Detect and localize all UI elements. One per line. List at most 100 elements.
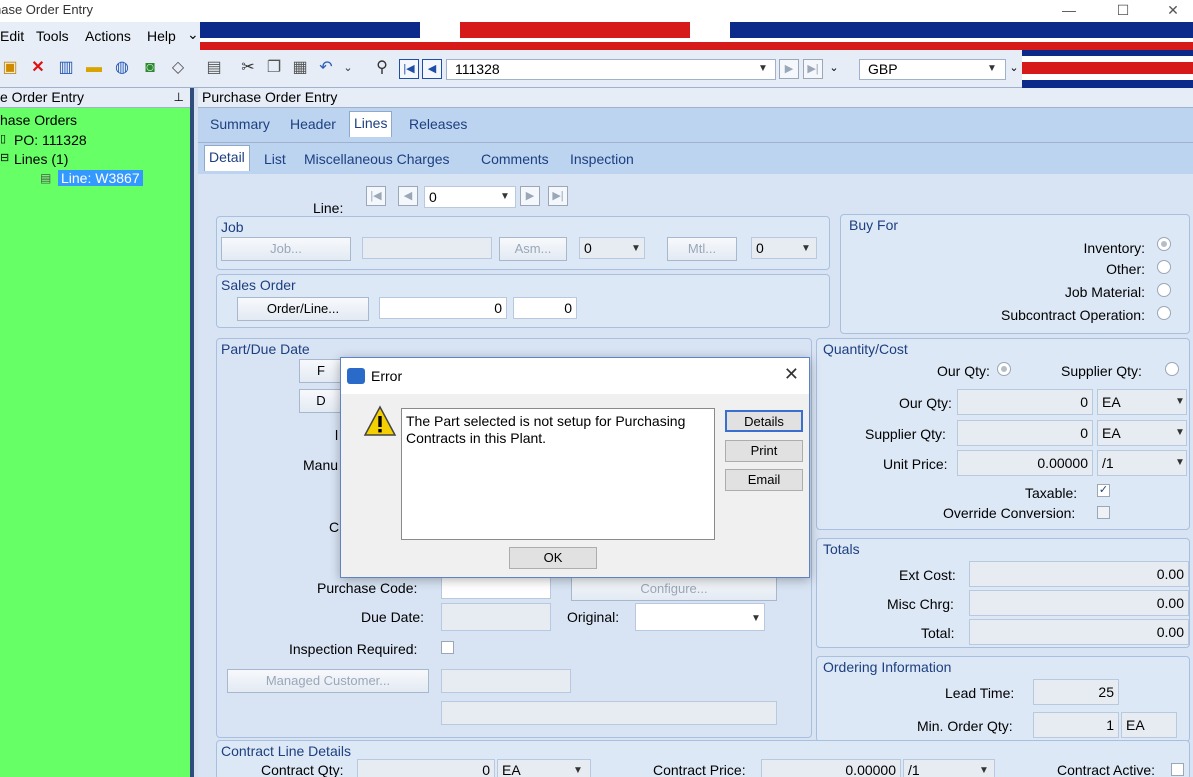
next-record-icon[interactable]: ▶	[779, 59, 799, 79]
description-button[interactable]: D	[299, 389, 343, 413]
override-conversion-checkbox[interactable]	[1097, 506, 1110, 519]
menu-tools[interactable]: Tools	[36, 28, 69, 44]
misc-chrg-field[interactable]: 0.00	[969, 590, 1189, 616]
minimize-button[interactable]: —	[1046, 0, 1092, 22]
po-dropdown-icon[interactable]: ▼	[758, 63, 768, 74]
contract-price-field[interactable]: 0.00000	[761, 759, 901, 777]
price-per-dropdown-icon[interactable]: ▼	[1175, 457, 1185, 468]
subtab-misc-charges[interactable]: Miscellaneous Charges	[304, 151, 450, 167]
subtab-inspection[interactable]: Inspection	[570, 151, 634, 167]
cut-icon[interactable]: ✂	[238, 58, 258, 78]
details-button[interactable]: Details	[725, 410, 803, 432]
order-field[interactable]: 0	[379, 297, 507, 319]
currency-dropdown-icon[interactable]: ▼	[987, 63, 997, 74]
pin-icon[interactable]: ⊥	[174, 88, 184, 106]
contract-uom-dropdown-icon[interactable]: ▼	[573, 765, 583, 776]
original-date-field[interactable]	[635, 603, 765, 631]
taxable-checkbox[interactable]: ✓	[1097, 484, 1110, 497]
managed-customer-field[interactable]	[441, 669, 571, 693]
tab-summary[interactable]: Summary	[210, 116, 270, 132]
buy-other-radio[interactable]	[1157, 260, 1171, 274]
mtl-button[interactable]: Mtl...	[667, 237, 737, 261]
subtab-comments[interactable]: Comments	[481, 151, 549, 167]
job-button[interactable]: Job...	[221, 237, 351, 261]
close-window-button[interactable]: ✕	[1150, 0, 1193, 22]
unit-price-field[interactable]: 0.00000	[957, 450, 1093, 476]
last-record-icon[interactable]: ▶|	[803, 59, 823, 79]
first-record-icon[interactable]: |◀	[399, 59, 419, 79]
price-per-select[interactable]: /1	[1097, 450, 1187, 476]
our-qty-radio[interactable]	[997, 362, 1011, 376]
folder-icon[interactable]: ▬	[84, 58, 104, 78]
dialog-close-icon[interactable]: ✕	[784, 364, 799, 385]
min-order-qty-field[interactable]: 1	[1033, 712, 1119, 738]
our-qty-field[interactable]: 0	[957, 389, 1093, 415]
configure-button[interactable]: Configure...	[571, 577, 777, 601]
our-uom-dropdown-icon[interactable]: ▼	[1175, 396, 1185, 407]
our-uom-select[interactable]: EA	[1097, 389, 1187, 415]
attach-icon[interactable]: ◍	[112, 58, 132, 78]
total-field[interactable]: 0.00	[969, 619, 1189, 645]
currency-select[interactable]: GBP	[859, 59, 1006, 80]
line-prev-icon[interactable]: ◀	[398, 186, 418, 206]
nav-overflow-icon[interactable]: ⌄	[824, 58, 844, 78]
print-button[interactable]: Print	[725, 440, 803, 462]
line-next-icon[interactable]: ▶	[520, 186, 540, 206]
supplier-qty-field[interactable]: 0	[957, 420, 1093, 446]
save-icon[interactable]: ▣	[0, 58, 20, 78]
tree-lines[interactable]: Lines (1)	[14, 151, 68, 167]
managed-customer-button[interactable]: Managed Customer...	[227, 669, 429, 693]
inspection-required-checkbox[interactable]	[441, 641, 454, 654]
lead-time-field[interactable]: 25	[1033, 679, 1119, 705]
ext-cost-field[interactable]: 0.00	[969, 561, 1189, 587]
line-first-icon[interactable]: |◀	[366, 186, 386, 206]
min-order-uom-field[interactable]: EA	[1121, 712, 1177, 738]
maximize-button[interactable]: ☐	[1100, 0, 1146, 22]
menu-overflow-icon[interactable]: ⌄	[187, 26, 199, 43]
contract-per-dropdown-icon[interactable]: ▼	[979, 765, 989, 776]
email-button[interactable]: Email	[725, 469, 803, 491]
print-icon[interactable]: ▤	[204, 58, 224, 78]
supplier-qty-radio[interactable]	[1165, 362, 1179, 376]
delete-icon[interactable]: ✕	[28, 58, 48, 78]
purchase-code-field[interactable]	[441, 577, 551, 599]
menu-edit[interactable]: Edit	[0, 28, 24, 44]
line-last-icon[interactable]: ▶|	[548, 186, 568, 206]
paste-icon[interactable]: ▦	[290, 58, 310, 78]
menu-actions[interactable]: Actions	[85, 28, 131, 44]
collapse-icon[interactable]: ⊟	[0, 151, 9, 164]
tab-releases[interactable]: Releases	[409, 116, 467, 132]
tab-lines[interactable]: Lines	[349, 111, 393, 137]
clear-icon[interactable]: ◇	[168, 58, 188, 78]
buy-job-material-radio[interactable]	[1157, 283, 1171, 297]
mtl-dropdown-icon[interactable]: ▼	[801, 243, 811, 254]
asm-dropdown-icon[interactable]: ▼	[631, 243, 641, 254]
tree-po[interactable]: PO: 111328	[14, 132, 87, 148]
tree-line-selected[interactable]: Line: W3867	[58, 170, 143, 186]
due-date-field[interactable]	[441, 603, 551, 631]
tree-root[interactable]: hase Orders	[0, 112, 77, 128]
buy-inventory-radio[interactable]	[1157, 237, 1171, 251]
order-line-button[interactable]: Order/Line...	[237, 297, 369, 321]
prev-record-icon[interactable]: ◀	[422, 59, 442, 79]
tab-header[interactable]: Header	[290, 116, 336, 132]
menu-help[interactable]: Help	[147, 28, 176, 44]
book-icon[interactable]: ▥	[56, 58, 76, 78]
part-button[interactable]: F	[299, 359, 343, 383]
currency-overflow-icon[interactable]: ⌄	[1004, 58, 1024, 78]
supplier-uom-select[interactable]: EA	[1097, 420, 1187, 446]
contract-active-checkbox[interactable]	[1171, 763, 1184, 776]
overflow-icon[interactable]: ⌄	[338, 58, 358, 78]
job-field[interactable]	[362, 237, 492, 259]
search-icon[interactable]: ⚲	[372, 58, 392, 78]
order-line-field[interactable]: 0	[513, 297, 577, 319]
original-dropdown-icon[interactable]: ▼	[751, 613, 761, 624]
contract-qty-field[interactable]: 0	[357, 759, 495, 777]
copy-icon[interactable]: ❐	[264, 58, 284, 78]
asm-button[interactable]: Asm...	[499, 237, 567, 261]
supplier-uom-dropdown-icon[interactable]: ▼	[1175, 427, 1185, 438]
undo-icon[interactable]: ↶	[316, 58, 336, 78]
line-dropdown-icon[interactable]: ▼	[500, 191, 510, 202]
refresh-icon[interactable]: ◙	[140, 58, 160, 78]
subtab-list[interactable]: List	[264, 151, 286, 167]
